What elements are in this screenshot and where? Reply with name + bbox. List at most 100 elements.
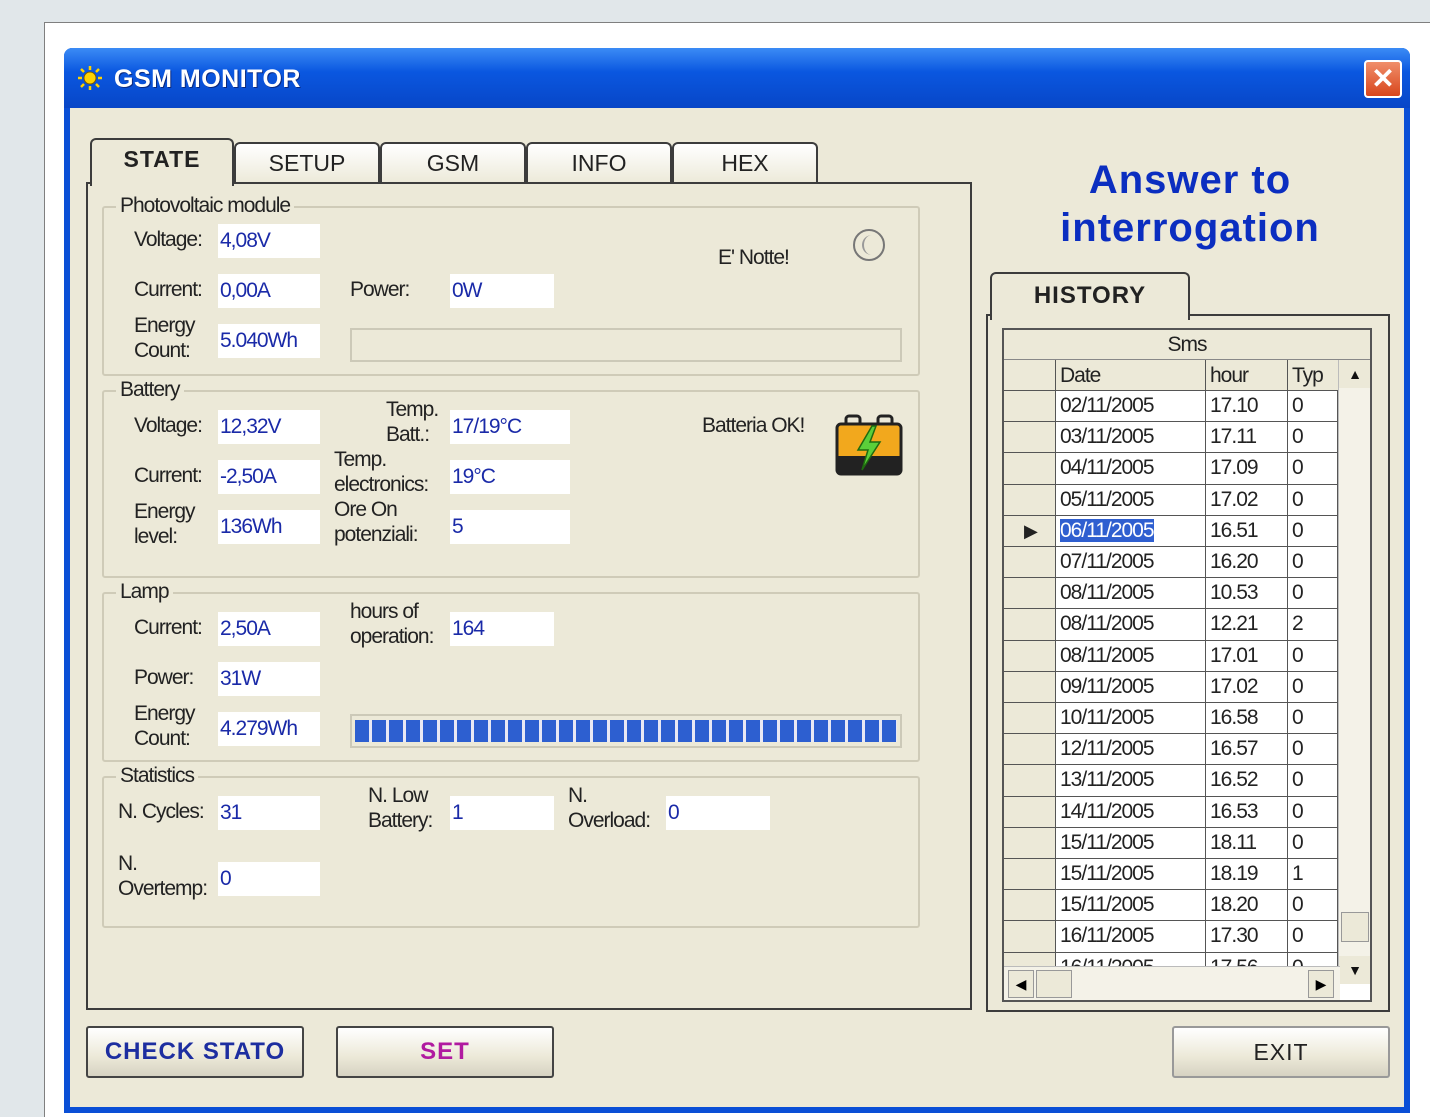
cell-date[interactable]: 08/11/2005 bbox=[1056, 609, 1206, 641]
table-row[interactable]: 08/11/2005 12.21 2 bbox=[1004, 609, 1338, 641]
cell-date[interactable]: 08/11/2005 bbox=[1056, 578, 1206, 610]
cell-hour[interactable]: 12.21 bbox=[1206, 609, 1288, 641]
cell-date[interactable]: 08/11/2005 bbox=[1056, 640, 1206, 672]
cell-hour[interactable]: 18.19 bbox=[1206, 859, 1288, 891]
cell-date[interactable]: 13/11/2005 bbox=[1056, 765, 1206, 797]
low-battery-field[interactable]: 1 bbox=[450, 796, 554, 830]
pv-voltage-field[interactable]: 4,08V bbox=[218, 224, 320, 258]
cell-type[interactable]: 0 bbox=[1288, 827, 1338, 859]
table-row[interactable]: 08/11/2005 17.01 0 bbox=[1004, 640, 1338, 672]
cell-date[interactable]: 02/11/2005 bbox=[1056, 391, 1206, 423]
row-indicator[interactable] bbox=[1004, 765, 1056, 797]
cell-type[interactable]: 0 bbox=[1288, 921, 1338, 953]
cell-hour[interactable]: 17.02 bbox=[1206, 671, 1288, 703]
cell-type[interactable]: 0 bbox=[1288, 890, 1338, 922]
cell-hour[interactable]: 17.10 bbox=[1206, 391, 1288, 423]
battery-current-field[interactable]: -2,50A bbox=[218, 460, 320, 494]
table-row[interactable]: 16/11/2005 17.30 0 bbox=[1004, 921, 1338, 953]
cell-type[interactable]: 0 bbox=[1288, 796, 1338, 828]
cell-type[interactable]: 1 bbox=[1288, 859, 1338, 891]
table-row[interactable]: 15/11/2005 18.11 0 bbox=[1004, 827, 1338, 859]
lamp-power-field[interactable]: 31W bbox=[218, 662, 320, 696]
table-row[interactable]: 10/11/2005 16.58 0 bbox=[1004, 703, 1338, 735]
table-row[interactable]: ▶ 06/11/2005 16.51 0 bbox=[1004, 515, 1338, 547]
cell-type[interactable]: 0 bbox=[1288, 640, 1338, 672]
electronics-temp-field[interactable]: 19°C bbox=[450, 460, 570, 494]
cell-date[interactable]: 12/11/2005 bbox=[1056, 734, 1206, 766]
cell-hour[interactable]: 17.11 bbox=[1206, 422, 1288, 454]
table-row[interactable]: 02/11/2005 17.10 0 bbox=[1004, 391, 1338, 423]
battery-energy-field[interactable]: 136Wh bbox=[218, 510, 320, 544]
cell-type[interactable]: 0 bbox=[1288, 765, 1338, 797]
scroll-thumb[interactable] bbox=[1341, 912, 1369, 942]
cell-hour[interactable]: 17.30 bbox=[1206, 921, 1288, 953]
row-indicator[interactable] bbox=[1004, 671, 1056, 703]
table-row[interactable]: 03/11/2005 17.11 0 bbox=[1004, 422, 1338, 454]
tab-state[interactable]: STATE bbox=[90, 138, 234, 186]
overload-field[interactable]: 0 bbox=[666, 796, 770, 830]
row-indicator[interactable] bbox=[1004, 921, 1056, 953]
pv-energy-field[interactable]: 5.040Wh bbox=[218, 324, 320, 358]
vertical-scrollbar[interactable]: ▲ ▼ bbox=[1338, 360, 1370, 984]
cell-date[interactable]: 05/11/2005 bbox=[1056, 484, 1206, 516]
row-indicator[interactable] bbox=[1004, 609, 1056, 641]
cell-hour[interactable]: 16.20 bbox=[1206, 547, 1288, 579]
cell-type[interactable]: 0 bbox=[1288, 484, 1338, 516]
cell-date[interactable]: 15/11/2005 bbox=[1056, 890, 1206, 922]
cell-date[interactable]: 06/11/2005 bbox=[1056, 515, 1206, 547]
pv-current-field[interactable]: 0,00A bbox=[218, 274, 320, 308]
cell-date[interactable]: 04/11/2005 bbox=[1056, 453, 1206, 485]
table-row[interactable]: 14/11/2005 16.53 0 bbox=[1004, 796, 1338, 828]
overtemp-field[interactable]: 0 bbox=[218, 862, 320, 896]
row-indicator[interactable] bbox=[1004, 890, 1056, 922]
title-bar[interactable]: GSM MONITOR ✕ bbox=[64, 48, 1410, 108]
cell-type[interactable]: 0 bbox=[1288, 453, 1338, 485]
cell-hour[interactable]: 16.51 bbox=[1206, 515, 1288, 547]
tab-info[interactable]: INFO bbox=[526, 142, 672, 184]
column-header-type[interactable]: Typ bbox=[1288, 360, 1340, 391]
row-indicator[interactable] bbox=[1004, 453, 1056, 485]
cell-hour[interactable]: 17.01 bbox=[1206, 640, 1288, 672]
cell-date[interactable]: 15/11/2005 bbox=[1056, 859, 1206, 891]
cycles-field[interactable]: 31 bbox=[218, 796, 320, 830]
tab-gsm[interactable]: GSM bbox=[380, 142, 526, 184]
scroll-up-icon[interactable]: ▲ bbox=[1339, 360, 1370, 388]
row-indicator[interactable] bbox=[1004, 422, 1056, 454]
row-indicator[interactable]: ▶ bbox=[1004, 515, 1056, 547]
row-indicator[interactable] bbox=[1004, 703, 1056, 735]
cell-hour[interactable]: 16.57 bbox=[1206, 734, 1288, 766]
operation-hours-field[interactable]: 164 bbox=[450, 612, 554, 646]
cell-type[interactable]: 0 bbox=[1288, 734, 1338, 766]
tab-setup[interactable]: SETUP bbox=[234, 142, 380, 184]
table-row[interactable]: 07/11/2005 16.20 0 bbox=[1004, 547, 1338, 579]
cell-hour[interactable]: 16.58 bbox=[1206, 703, 1288, 735]
cell-hour[interactable]: 18.11 bbox=[1206, 827, 1288, 859]
table-row[interactable]: 12/11/2005 16.57 0 bbox=[1004, 734, 1338, 766]
cell-type[interactable]: 0 bbox=[1288, 422, 1338, 454]
cell-date[interactable]: 07/11/2005 bbox=[1056, 547, 1206, 579]
table-row[interactable]: 15/11/2005 18.19 1 bbox=[1004, 859, 1338, 891]
cell-date[interactable]: 14/11/2005 bbox=[1056, 796, 1206, 828]
horizontal-scrollbar[interactable]: ◀ ▶ bbox=[1004, 966, 1340, 1000]
check-stato-button[interactable]: CHECK STATO bbox=[86, 1026, 304, 1078]
cell-hour[interactable]: 18.20 bbox=[1206, 890, 1288, 922]
tab-history[interactable]: HISTORY bbox=[990, 272, 1190, 320]
row-indicator[interactable] bbox=[1004, 734, 1056, 766]
pv-power-field[interactable]: 0W bbox=[450, 274, 554, 308]
scroll-left-icon[interactable]: ◀ bbox=[1008, 970, 1034, 998]
cell-date[interactable]: 15/11/2005 bbox=[1056, 827, 1206, 859]
scroll-right-icon[interactable]: ▶ bbox=[1308, 970, 1334, 998]
table-row[interactable]: 04/11/2005 17.09 0 bbox=[1004, 453, 1338, 485]
cell-hour[interactable]: 17.02 bbox=[1206, 484, 1288, 516]
table-row[interactable]: 15/11/2005 18.20 0 bbox=[1004, 890, 1338, 922]
cell-type[interactable]: 0 bbox=[1288, 703, 1338, 735]
cell-type[interactable]: 0 bbox=[1288, 391, 1338, 423]
cell-type[interactable]: 0 bbox=[1288, 578, 1338, 610]
potential-hours-field[interactable]: 5 bbox=[450, 510, 570, 544]
cell-hour[interactable]: 17.09 bbox=[1206, 453, 1288, 485]
cell-type[interactable]: 0 bbox=[1288, 671, 1338, 703]
cell-hour[interactable]: 16.52 bbox=[1206, 765, 1288, 797]
row-indicator[interactable] bbox=[1004, 827, 1056, 859]
cell-date[interactable]: 03/11/2005 bbox=[1056, 422, 1206, 454]
cell-hour[interactable]: 10.53 bbox=[1206, 578, 1288, 610]
